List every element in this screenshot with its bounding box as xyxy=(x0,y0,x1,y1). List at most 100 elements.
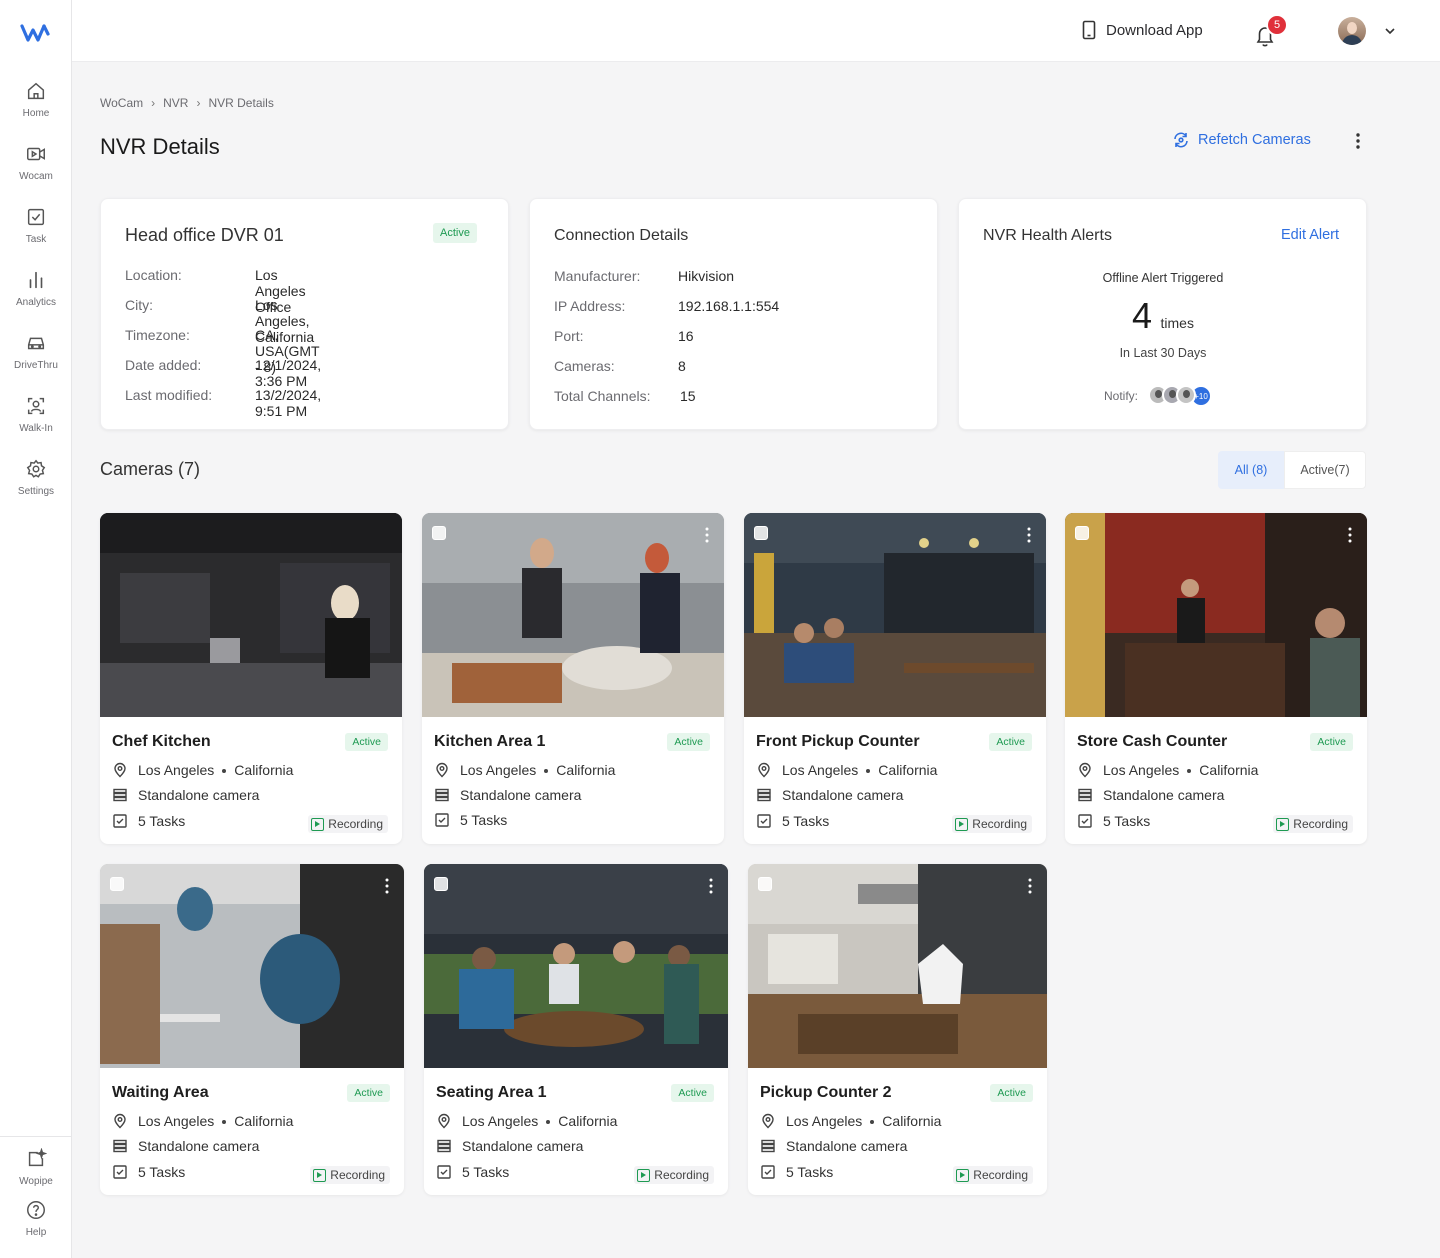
task-check-icon xyxy=(1078,814,1092,828)
camera-card[interactable]: Front Pickup Counter Active Los Angeles C… xyxy=(744,513,1046,844)
camera-thumbnail xyxy=(748,864,1047,1068)
camera-select-checkbox[interactable] xyxy=(432,526,446,540)
gear-icon xyxy=(26,459,46,478)
camera-location: Los Angeles California xyxy=(756,762,937,778)
status-badge: Active xyxy=(667,733,710,751)
chevron-right-icon: › xyxy=(196,96,201,110)
camera-card[interactable]: Seating Area 1 Active Los Angeles Califor… xyxy=(424,864,728,1195)
camera-tasks[interactable]: 5 Tasks xyxy=(434,812,507,828)
recording-indicator: Recording xyxy=(634,1166,714,1184)
location-pin-icon xyxy=(1079,762,1091,778)
nav-item-drivethru[interactable]: DriveThru xyxy=(0,332,72,388)
recording-indicator: Recording xyxy=(953,1166,1033,1184)
task-check-icon xyxy=(435,813,449,827)
nav-item-wopipe[interactable]: Wopipe xyxy=(0,1148,72,1204)
status-badge: Active xyxy=(990,1084,1033,1102)
car-icon xyxy=(27,337,45,350)
location-pin-icon xyxy=(438,1113,450,1129)
camera-select-checkbox[interactable] xyxy=(110,877,124,891)
camera-card[interactable]: Store Cash Counter Active Los Angeles Cal… xyxy=(1065,513,1367,844)
download-app-button[interactable]: Download App xyxy=(1082,20,1203,40)
camera-tasks[interactable]: 5 Tasks xyxy=(756,813,829,829)
alert-period: In Last 30 Days xyxy=(1119,346,1207,360)
bar-chart-icon xyxy=(29,271,43,289)
nav-item-help[interactable]: Help xyxy=(0,1199,72,1255)
alert-caption: Offline Alert Triggered xyxy=(1102,271,1224,285)
task-check-icon xyxy=(757,814,771,828)
alert-count-block: 4 times xyxy=(959,295,1367,337)
sidebar-divider xyxy=(0,1136,72,1137)
camera-tasks[interactable]: 5 Tasks xyxy=(1077,813,1150,829)
camera-card[interactable]: Kitchen Area 1 Active Los Angeles Califor… xyxy=(422,513,724,844)
server-icon xyxy=(757,788,771,802)
nav-item-settings[interactable]: Settings xyxy=(0,458,72,514)
connection-title: Connection Details xyxy=(554,227,689,244)
server-icon xyxy=(761,1139,775,1153)
camera-select-checkbox[interactable] xyxy=(434,877,448,891)
recording-indicator: Recording xyxy=(952,815,1032,833)
nav-item-task[interactable]: Task xyxy=(0,206,72,262)
nav-item-analytics[interactable]: Analytics xyxy=(0,269,72,325)
health-alerts-card: NVR Health Alerts Edit Alert Offline Ale… xyxy=(958,198,1367,430)
status-badge: Active xyxy=(989,733,1032,751)
server-icon xyxy=(113,788,127,802)
notify-avatars[interactable]: +10 xyxy=(1148,385,1213,407)
location-pin-icon xyxy=(114,1113,126,1129)
nav-item-wocam[interactable]: Wocam xyxy=(0,143,72,199)
alert-unit: times xyxy=(1160,315,1194,331)
more-options-icon[interactable] xyxy=(706,878,716,894)
more-options-icon[interactable] xyxy=(1350,131,1366,151)
device-field-last-modified: Last modified: 13/2/2024, 9:51 PM xyxy=(125,387,322,419)
camera-thumbnail xyxy=(424,864,728,1068)
camera-tasks[interactable]: 5 Tasks xyxy=(112,813,185,829)
camera-card[interactable]: Chef Kitchen Active Los Angeles Californi… xyxy=(100,513,402,844)
more-options-icon[interactable] xyxy=(702,527,712,543)
status-badge: Active xyxy=(1310,733,1353,751)
download-app-label: Download App xyxy=(1106,21,1203,39)
camera-tasks[interactable]: 5 Tasks xyxy=(436,1164,509,1180)
task-check-icon xyxy=(437,1165,451,1179)
camera-select-checkbox[interactable] xyxy=(754,526,768,540)
camera-thumbnail xyxy=(1065,513,1367,717)
server-icon xyxy=(113,1139,127,1153)
refresh-camera-icon xyxy=(1174,132,1188,148)
nav-label: Wopipe xyxy=(19,1176,53,1187)
nav-item-home[interactable]: Home xyxy=(0,80,72,136)
sparkle-chat-icon xyxy=(28,1148,47,1167)
task-check-icon xyxy=(27,208,45,226)
more-options-icon[interactable] xyxy=(1024,527,1034,543)
recording-indicator: Recording xyxy=(308,815,388,833)
filter-all-tab[interactable]: All (8) xyxy=(1218,451,1284,489)
play-icon xyxy=(955,817,969,831)
chevron-down-icon[interactable] xyxy=(1383,24,1397,38)
avatar xyxy=(1176,385,1197,405)
camera-select-checkbox[interactable] xyxy=(758,877,772,891)
edit-alert-link[interactable]: Edit Alert xyxy=(1281,227,1339,243)
camera-select-checkbox[interactable] xyxy=(1075,526,1089,540)
more-options-icon[interactable] xyxy=(1025,878,1035,894)
camera-name: Kitchen Area 1 xyxy=(434,733,546,750)
more-options-icon[interactable] xyxy=(1345,527,1355,543)
server-icon xyxy=(437,1139,451,1153)
nav-item-walk-in[interactable]: Walk-In xyxy=(0,395,72,451)
camera-name: Waiting Area xyxy=(112,1084,209,1101)
status-badge: Active xyxy=(433,223,477,243)
connection-field-cameras: Cameras: 8 xyxy=(554,358,686,374)
alert-count: 4 xyxy=(1132,295,1153,336)
camera-thumbnail xyxy=(422,513,724,717)
camera-tasks[interactable]: 5 Tasks xyxy=(760,1164,833,1180)
filter-active-tab[interactable]: Active(7) xyxy=(1284,451,1366,489)
camera-tasks[interactable]: 5 Tasks xyxy=(112,1164,185,1180)
device-field-location: Location: Los Angeles Office xyxy=(125,267,306,315)
breadcrumb-wocam[interactable]: WoCam xyxy=(100,96,143,110)
refetch-cameras-button[interactable]: Refetch Cameras xyxy=(1172,131,1311,149)
breadcrumb-nvr[interactable]: NVR xyxy=(163,96,188,110)
camera-card[interactable]: Waiting Area Active Los Angeles Californi… xyxy=(100,864,404,1195)
wocam-logo[interactable] xyxy=(20,22,50,44)
user-avatar[interactable] xyxy=(1338,17,1366,45)
camera-name: Store Cash Counter xyxy=(1077,733,1228,750)
camera-name: Chef Kitchen xyxy=(112,733,211,750)
more-options-icon[interactable] xyxy=(382,878,392,894)
camera-card[interactable]: Pickup Counter 2 Active Los Angeles Calif… xyxy=(748,864,1047,1195)
alerts-title: NVR Health Alerts xyxy=(983,227,1112,244)
